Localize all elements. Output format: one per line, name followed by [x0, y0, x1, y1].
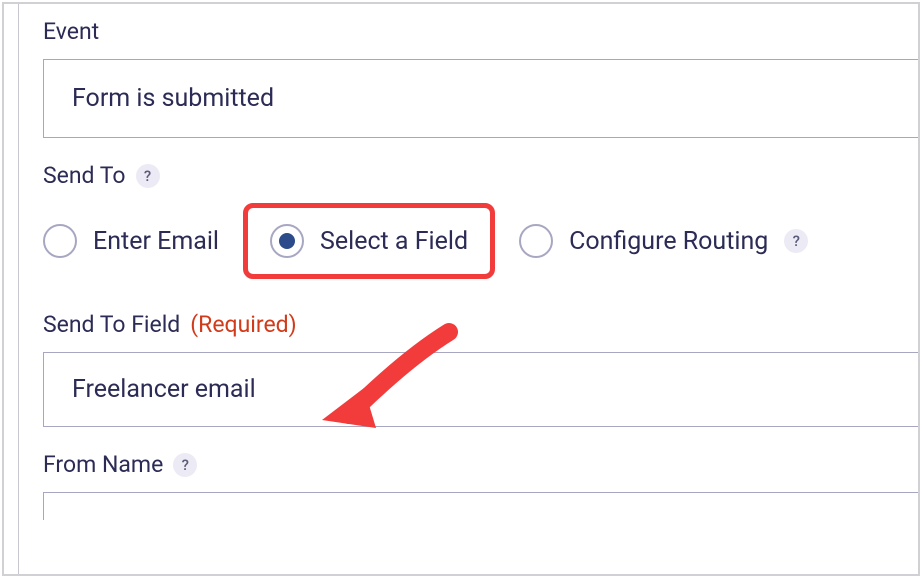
sendtofield-select[interactable]: Freelancer email	[43, 352, 918, 427]
radio-enter-email[interactable]: Enter Email	[43, 224, 219, 258]
fromname-input[interactable]	[43, 492, 918, 520]
radio-circle-icon	[270, 224, 304, 258]
fromname-label-text: From Name	[43, 451, 163, 478]
sendto-label: Send To ?	[43, 162, 918, 189]
sendtofield-label-text: Send To Field	[43, 311, 180, 338]
help-icon[interactable]: ?	[136, 164, 160, 188]
required-indicator: (Required)	[190, 311, 296, 338]
radio-configure-routing[interactable]: Configure Routing ?	[519, 224, 808, 258]
help-icon[interactable]: ?	[784, 229, 808, 253]
radio-select-field[interactable]: Select a Field	[270, 224, 468, 258]
event-select[interactable]: Form is submitted	[43, 59, 918, 138]
sendtofield-label: Send To Field (Required)	[43, 311, 918, 338]
radio-configure-routing-label: Configure Routing	[569, 227, 768, 256]
highlighted-selection: Select a Field	[243, 203, 495, 279]
help-icon[interactable]: ?	[173, 453, 197, 477]
radio-enter-email-label: Enter Email	[93, 227, 219, 256]
radio-circle-icon	[519, 224, 553, 258]
event-select-value: Form is submitted	[72, 84, 274, 113]
sendto-radio-group: Enter Email Select a Field Configure Rou…	[43, 203, 918, 279]
event-label-text: Event	[43, 18, 99, 45]
radio-circle-icon	[43, 224, 77, 258]
form-settings-panel: Event Form is submitted Send To ? Enter …	[2, 2, 920, 576]
inner-panel: Event Form is submitted Send To ? Enter …	[18, 4, 918, 574]
radio-dot-icon	[279, 233, 295, 249]
sendto-label-text: Send To	[43, 162, 126, 189]
radio-select-field-label: Select a Field	[320, 227, 468, 256]
fromname-label: From Name ?	[43, 451, 918, 478]
sendtofield-select-value: Freelancer email	[72, 375, 256, 404]
event-label: Event	[43, 18, 918, 45]
